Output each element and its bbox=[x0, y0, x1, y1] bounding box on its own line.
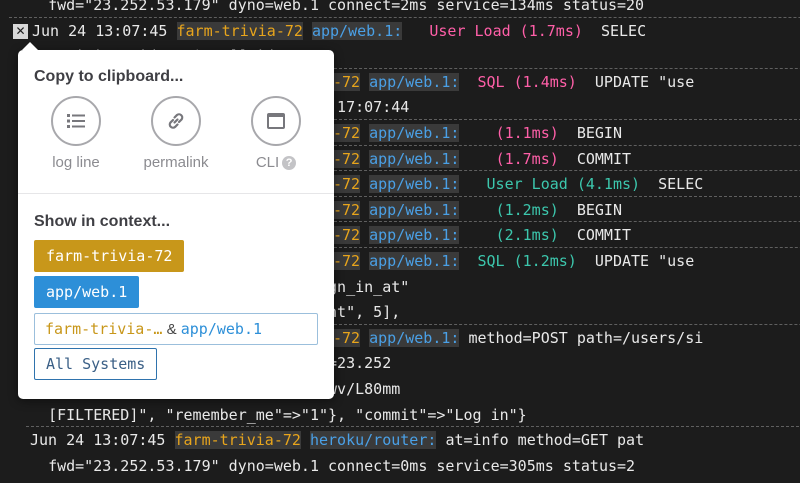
log-message: UPDATE "use bbox=[576, 72, 695, 91]
log-message: method=POST path=/users/si bbox=[468, 328, 704, 347]
log-app-name[interactable]: -72 bbox=[333, 175, 361, 194]
log-line: fwd="23.252.53.179" dyno=web.1 connect=2… bbox=[30, 0, 644, 18]
log-line: -72 app/web.1: SQL (1.4ms) UPDATE "use bbox=[328, 67, 800, 95]
list-icon bbox=[51, 96, 101, 146]
log-padding bbox=[459, 73, 477, 91]
log-line: -72 app/web.1: (2.1ms) COMMIT bbox=[328, 221, 800, 248]
copy-option-label: CLI? bbox=[226, 154, 326, 171]
log-app-name[interactable]: -72 bbox=[333, 226, 361, 245]
log-app-name[interactable]: -72 bbox=[333, 72, 361, 91]
cli-label: CLI bbox=[255, 154, 280, 171]
log-line: -72 app/web.1: method=POST path=/users/s… bbox=[328, 323, 800, 351]
log-padding bbox=[459, 252, 477, 270]
section-divider bbox=[18, 193, 334, 194]
log-padding bbox=[30, 457, 48, 475]
log-app-name[interactable]: -72 bbox=[333, 149, 361, 168]
log-process-name[interactable]: app/web.1: bbox=[369, 72, 460, 91]
context-section-title: Show in context... bbox=[34, 213, 171, 230]
log-app-name[interactable]: -72 bbox=[333, 252, 361, 270]
log-message: SELEC bbox=[640, 175, 704, 194]
copy-option-label: permalink bbox=[143, 154, 209, 171]
log-line: -72 app/web.1: (1.7ms) COMMIT bbox=[328, 144, 800, 172]
log-line: Jun 24 13:07:45 farm-trivia-72 heroku/ro… bbox=[25, 426, 800, 453]
copy-permalink-button[interactable]: permalink bbox=[126, 96, 226, 171]
log-message: fwd="23.252.53.179" dyno=web.1 connect=0… bbox=[48, 456, 636, 475]
log-line: -72 app/web.1: SQL (1.2ms) UPDATE "use bbox=[328, 247, 800, 274]
copy-cli-button[interactable]: CLI? bbox=[226, 96, 326, 171]
log-line: ✕ Jun 24 13:07:45 farm-trivia-72 app/web.… bbox=[8, 16, 800, 44]
log-line: -72 app/web.1: (1.2ms) BEGIN bbox=[329, 195, 800, 223]
copy-option-label: log line bbox=[52, 154, 100, 171]
filter-app-button[interactable]: farm-trivia-72 bbox=[34, 240, 185, 272]
terminal-window-icon bbox=[251, 96, 301, 146]
log-message: fwd="23.252.53.179" dyno=web.1 connect=2… bbox=[48, 0, 645, 14]
log-message: BEGIN bbox=[558, 124, 622, 142]
log-message: COMMIT bbox=[558, 149, 632, 168]
log-app-name[interactable]: farm-trivia-72 bbox=[176, 21, 303, 40]
log-line: -72 app/web.1: (1.1ms) BEGIN bbox=[329, 119, 800, 146]
copy-log-line-button[interactable]: log line bbox=[26, 96, 126, 171]
log-message: [FILTERED]", "remember_me"=>"1"}, "commi… bbox=[48, 405, 527, 424]
help-icon[interactable]: ? bbox=[282, 156, 297, 171]
log-process-name[interactable]: app/web.1: bbox=[369, 252, 460, 270]
log-message: COMMIT bbox=[558, 226, 632, 245]
copy-options: log line permalink CLI ? bbox=[18, 96, 334, 176]
log-sql-tag: (1.7ms) bbox=[495, 149, 559, 168]
log-process-name[interactable]: heroku/router: bbox=[309, 431, 437, 450]
log-padding bbox=[30, 406, 48, 424]
log-app-name[interactable]: -72 bbox=[333, 200, 361, 219]
log-padding bbox=[30, 0, 48, 14]
log-line: -72 app/web.1: User Load (4.1ms) SELEC bbox=[328, 170, 800, 197]
log-process-name[interactable]: app/web.1: bbox=[369, 328, 460, 347]
filter-app-and-process-button[interactable]: farm-trivia-… & app/web.1 bbox=[34, 313, 318, 345]
log-app-name[interactable]: -72 bbox=[333, 328, 361, 347]
log-process-name[interactable]: app/web.1: bbox=[369, 200, 460, 219]
log-sql-tag: User Load (4.1ms) bbox=[486, 175, 641, 194]
log-sql-tag: User Load (1.7ms) bbox=[429, 21, 583, 40]
log-sql-tag: (1.1ms) bbox=[495, 124, 559, 142]
log-sql-tag: SQL (1.2ms) bbox=[477, 252, 577, 270]
log-message: at=info method=GET pat bbox=[445, 431, 645, 450]
log-message: SELEC bbox=[582, 21, 647, 40]
log-app-name[interactable]: -72 bbox=[333, 124, 361, 142]
log-process-name[interactable]: app/web.1: bbox=[369, 149, 460, 168]
close-popover-icon[interactable]: ✕ bbox=[13, 23, 28, 39]
log-sql-tag: (2.1ms) bbox=[495, 226, 559, 245]
log-padding bbox=[459, 226, 495, 244]
process-part: app/web.1 bbox=[180, 320, 263, 338]
log-line: [FILTERED]", "remember_me"=>"1"}, "commi… bbox=[30, 402, 527, 428]
log-process-name[interactable]: app/web.1: bbox=[369, 175, 460, 194]
app-part: farm-trivia-… bbox=[45, 320, 163, 338]
log-app-name[interactable]: farm-trivia-72 bbox=[174, 431, 301, 450]
log-padding bbox=[459, 175, 486, 193]
popover-arrow bbox=[22, 42, 38, 50]
link-icon bbox=[151, 96, 201, 146]
log-line: fwd="23.252.53.179" dyno=web.1 connect=0… bbox=[30, 453, 635, 479]
log-process-name[interactable]: app/web.1: bbox=[311, 21, 403, 40]
log-timestamp: Jun 24 13:07:45 bbox=[30, 431, 166, 450]
log-message: UPDATE "use bbox=[576, 252, 695, 270]
log-timestamp: Jun 24 13:07:45 bbox=[32, 21, 168, 40]
log-process-name[interactable]: app/web.1: bbox=[369, 124, 460, 142]
log-padding bbox=[459, 150, 495, 168]
ampersand: & bbox=[162, 321, 181, 338]
copy-section-title: Copy to clipboard... bbox=[34, 68, 184, 85]
log-sql-tag: SQL (1.4ms) bbox=[477, 72, 577, 91]
log-message: BEGIN bbox=[558, 200, 622, 219]
all-systems-button[interactable]: All Systems bbox=[34, 348, 158, 380]
log-process-name[interactable]: app/web.1: bbox=[369, 226, 460, 245]
log-sql-tag: (1.2ms) bbox=[495, 200, 559, 219]
filter-process-button[interactable]: app/web.1 bbox=[34, 276, 140, 308]
log-padding bbox=[402, 22, 429, 40]
log-padding bbox=[459, 201, 495, 219]
log-padding bbox=[459, 124, 495, 142]
log-context-popover: Copy to clipboard... log line permalink … bbox=[18, 42, 334, 399]
